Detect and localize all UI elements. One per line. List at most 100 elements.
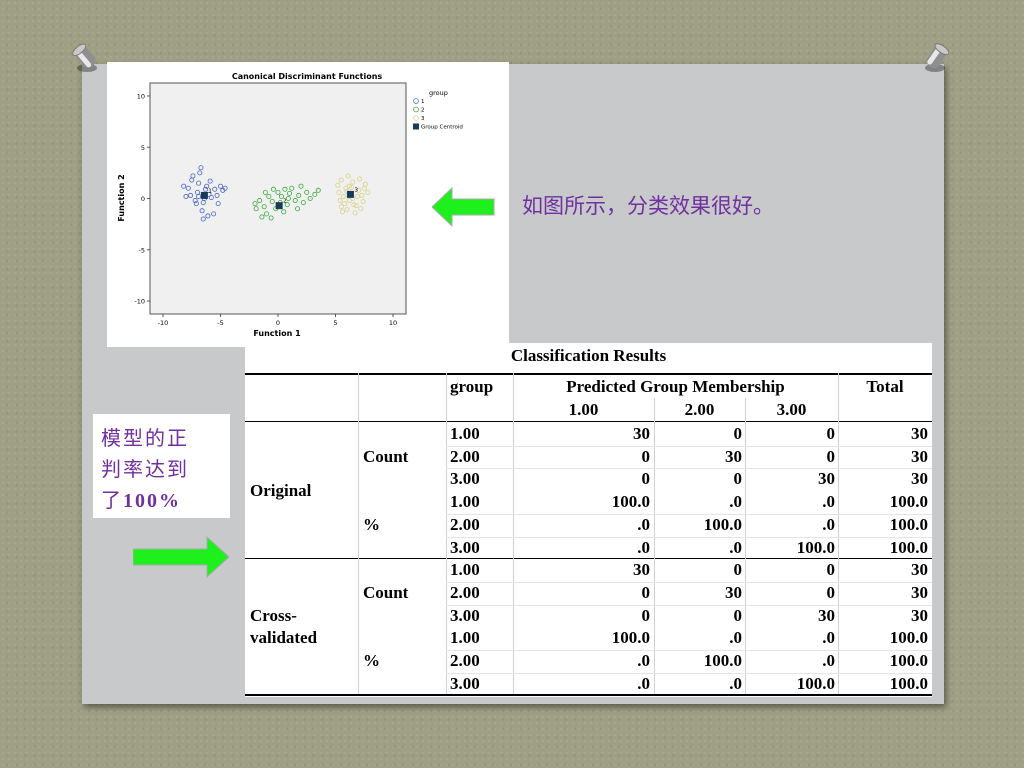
centroid-label: 3 [354,187,358,193]
table-cell: .0 [822,515,835,534]
table-cell: 100.0 [889,628,928,647]
block-label: % [363,515,380,534]
arrow-left-icon [432,187,495,227]
plot-title: Canonical Discriminant Functions [232,72,383,81]
table-cell: 100.0 [889,492,928,511]
row-group-value: 1.00 [450,492,480,511]
x-tick-label: 0 [276,319,280,327]
legend-marker-group-1 [413,98,419,104]
table-cell: .0 [729,538,742,557]
table-cell: .0 [729,674,742,693]
centroid-label: 2 [283,199,287,205]
arrow-right-icon [133,536,230,578]
table-cell: 30 [911,560,928,579]
header-group: group [450,377,494,396]
table-section-rule [245,558,932,559]
y-tick-label: 5 [141,144,145,152]
table-cell: 0 [733,560,743,579]
y-tick-label: 10 [137,93,145,101]
legend-label: 2 [421,108,425,114]
row-group-value: 1.00 [450,424,480,443]
col-divider [358,373,359,694]
table-cell: 0 [641,606,651,625]
table-cell: 100.0 [889,538,928,557]
table-cell: 100.0 [889,515,928,534]
col-divider [446,373,447,694]
table-cell: 30 [911,583,928,602]
block-label: Count [363,583,409,602]
table-cell: 30 [911,606,928,625]
table-cell: 30 [911,447,928,466]
group-centroid-marker [200,191,208,199]
y-axis-label: Function 2 [117,174,126,221]
caption-accuracy-line1: 模型的正 [101,426,189,450]
table-cell: 0 [641,583,651,602]
legend-label: Group Centroid [421,125,463,131]
table-title: Classification Results [510,346,667,365]
table-header-rule [245,421,932,422]
plot-area [149,82,407,315]
table-cell: 0 [641,447,651,466]
row-group-value: 3.00 [450,606,480,625]
row-group-value: 2.00 [450,583,480,602]
table-top-rule [245,373,932,375]
legend-marker-centroid [413,123,419,130]
centroid-label: 1 [208,188,212,194]
table-cell: .0 [637,515,650,534]
group-centroid-marker [346,190,354,198]
section-label: Cross- [250,606,297,625]
y-tick-label: -5 [139,246,145,254]
row-group-value: 3.00 [450,469,480,488]
row-group-value: 2.00 [450,651,480,670]
table-cell: .0 [729,628,742,647]
pushpin-icon [925,43,950,72]
row-group-value: 2.00 [450,515,480,534]
legend-label: 1 [421,99,425,105]
section-label: Original [250,481,312,500]
x-axis-label: Function 1 [253,329,301,338]
table-cell: .0 [637,538,650,557]
legend-marker-group-3 [413,115,419,121]
table-cell: 0 [733,606,743,625]
table-cell: 30 [818,469,835,488]
caption-accuracy: 模型的正 判率达到 了100% [93,414,230,518]
legend-title: group [429,89,448,97]
table-cell: 30 [633,424,650,443]
table-cell: 30 [911,424,928,443]
table-cell: 30 [633,560,650,579]
caption-accuracy-line3: 了100% [101,485,222,517]
x-tick-label: -10 [158,319,169,327]
header-pred-1: 1.00 [568,400,599,419]
block-label: Count [363,447,409,466]
table-cell: 30 [911,469,928,488]
table-cell: 30 [725,447,742,466]
table-cell: .0 [822,651,835,670]
x-tick-label: 5 [333,319,337,327]
x-tick-labels: -10 -5 0 5 10 [158,314,397,327]
pushpin-icon [72,43,97,72]
group-centroid-marker [275,202,283,210]
row-group-value: 1.00 [450,628,480,647]
table-cell: .0 [822,628,835,647]
table-cell: 100.0 [703,651,742,670]
table-cell: 0 [733,424,743,443]
table-cell: .0 [637,651,650,670]
caption-accuracy-line2: 判率达到 [101,457,189,481]
table-bottom-rule [245,694,932,696]
caption-accuracy-value: 100% [123,490,181,512]
table-cell: 0 [826,583,836,602]
caption-accuracy-prefix: 了 [101,488,123,512]
table-cell: 0 [826,560,836,579]
x-tick-label: -5 [217,319,223,327]
table-cell: 0 [641,469,651,488]
table-cell: 100.0 [796,538,835,557]
header-total: Total [866,377,904,396]
y-tick-label: 0 [141,195,145,203]
table-cell: 30 [725,583,742,602]
table-cell: .0 [729,492,742,511]
row-group-value: 1.00 [450,560,480,579]
table-cell: .0 [822,492,835,511]
legend-label: 3 [421,116,425,122]
table-cell: 30 [818,606,835,625]
row-group-value: 2.00 [450,447,480,466]
